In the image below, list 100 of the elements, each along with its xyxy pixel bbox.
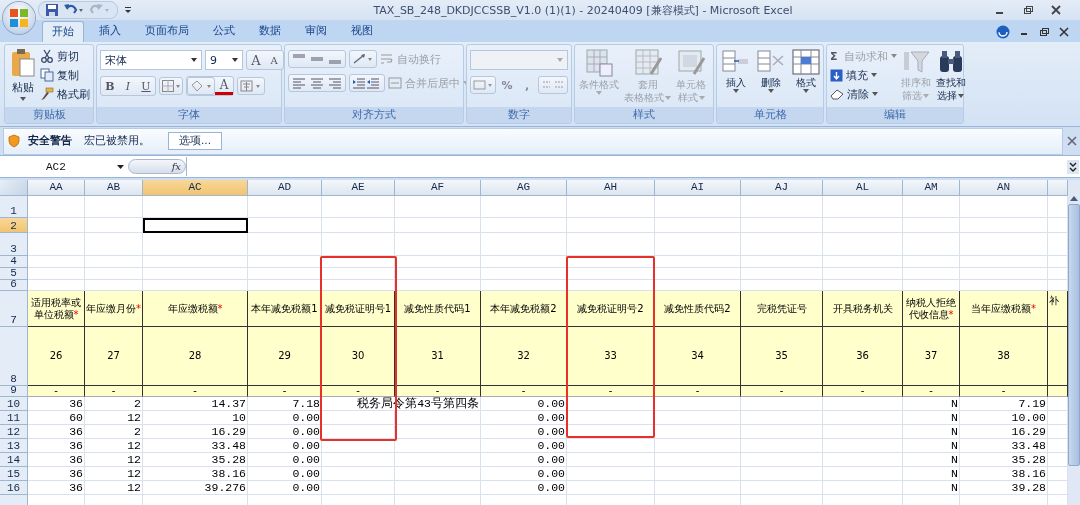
ribbon-tab[interactable]: 公式: [204, 21, 244, 41]
ribbon-tab[interactable]: 开始: [42, 21, 84, 42]
up-arrow-icon[interactable]: [1069, 194, 1079, 202]
options-button[interactable]: 选项...: [168, 132, 222, 150]
column-header[interactable]: AI: [655, 180, 741, 196]
clear-button[interactable]: 清除: [830, 86, 897, 102]
bold-button[interactable]: B: [101, 77, 119, 95]
column-header[interactable]: AC: [143, 180, 248, 196]
paint-bucket-icon: [190, 80, 212, 92]
cells-button[interactable]: 插入: [720, 48, 752, 93]
row-header[interactable]: 2: [0, 218, 28, 233]
scroll-thumb[interactable]: [1068, 204, 1080, 466]
close-icon[interactable]: [1058, 26, 1070, 38]
paste-button[interactable]: 粘贴: [8, 48, 37, 101]
name-box[interactable]: AC2: [0, 160, 128, 173]
table-cell: 38.16: [960, 467, 1048, 481]
table-cell: 0.00: [248, 453, 322, 467]
column-title: 年应缴月份*: [85, 291, 143, 327]
row-header[interactable]: 15: [0, 467, 28, 481]
ribbon-tab[interactable]: 审阅: [296, 21, 336, 41]
fill-color-button[interactable]: [187, 77, 215, 95]
column-header[interactable]: AD: [248, 180, 322, 196]
vertical-align-button[interactable]: [288, 50, 346, 68]
ribbon-tab[interactable]: 数据: [250, 21, 290, 41]
table-cell: 34: [655, 327, 741, 386]
row-header[interactable]: 1: [0, 196, 28, 218]
row-header[interactable]: 13: [0, 439, 28, 453]
grow-font-button[interactable]: A: [247, 51, 265, 69]
font-name-dropdown[interactable]: 宋体: [100, 50, 202, 70]
row-header[interactable]: 14: [0, 453, 28, 467]
row-header[interactable]: 6: [0, 280, 28, 291]
row-header[interactable]: 11: [0, 411, 28, 425]
group-label: 剪贴板: [5, 107, 93, 123]
row-header[interactable]: 7: [0, 291, 28, 327]
underline-button[interactable]: U: [137, 77, 155, 95]
row-header[interactable]: 16: [0, 481, 28, 495]
selected-cell[interactable]: [143, 218, 248, 233]
column-header[interactable]: AL: [823, 180, 903, 196]
cells-button[interactable]: 删除: [755, 48, 787, 93]
indent-button[interactable]: [349, 74, 385, 92]
close-icon[interactable]: [1067, 136, 1077, 146]
cells-button[interactable]: 格式: [790, 48, 822, 93]
table-cell: [85, 256, 143, 268]
row-header[interactable]: 10: [0, 397, 28, 411]
customize-caret-icon[interactable]: [124, 6, 132, 14]
copy-button[interactable]: 复制: [40, 67, 90, 83]
table-cell: 0.00: [481, 467, 567, 481]
shrink-font-button[interactable]: A: [265, 51, 283, 69]
phonetic-guide-button[interactable]: [237, 77, 265, 95]
row-header[interactable]: 12: [0, 425, 28, 439]
help-icon[interactable]: [996, 25, 1010, 39]
table-cell: 36: [28, 397, 85, 411]
select-all-corner[interactable]: [0, 180, 28, 196]
office-button[interactable]: [3, 2, 35, 34]
office-logo-icon: [9, 8, 29, 28]
table-cell: [28, 233, 85, 256]
row-header[interactable]: 4: [0, 256, 28, 268]
table-cell: N: [903, 467, 960, 481]
save-icon[interactable]: [45, 3, 59, 17]
table-cell: [85, 233, 143, 256]
caret-icon: [665, 95, 671, 100]
table-cell: [903, 268, 960, 280]
column-header[interactable]: AH: [567, 180, 655, 196]
format-painter-button[interactable]: 格式刷: [40, 86, 90, 102]
font-size-dropdown[interactable]: 9: [205, 50, 243, 70]
border-button[interactable]: [159, 77, 183, 95]
find-select-button[interactable]: 查找和 选择: [934, 48, 967, 102]
expand-icon[interactable]: [1067, 159, 1079, 174]
column-header[interactable]: AE: [322, 180, 395, 196]
currency-button[interactable]: [470, 76, 496, 94]
orientation-button[interactable]: [349, 50, 377, 68]
column-header[interactable]: AM: [903, 180, 960, 196]
row-header[interactable]: [0, 495, 28, 505]
caret-icon: [733, 89, 739, 93]
ribbon-tab[interactable]: 插入: [90, 21, 130, 41]
italic-button[interactable]: I: [119, 77, 137, 95]
row-header[interactable]: 3: [0, 233, 28, 256]
row-header[interactable]: 8: [0, 327, 28, 386]
close-icon[interactable]: [1050, 4, 1062, 16]
restore-icon[interactable]: [1038, 26, 1050, 38]
table-cell: -: [28, 386, 85, 397]
table-cell: -: [481, 386, 567, 397]
column-header[interactable]: AF: [395, 180, 481, 196]
table-cell: 60: [28, 411, 85, 425]
column-title: 本年减免税额2: [481, 291, 567, 327]
ribbon-tab[interactable]: 视图: [342, 21, 382, 41]
row-header[interactable]: 5: [0, 268, 28, 280]
ribbon-tab[interactable]: 页面布局: [136, 21, 198, 41]
cut-button[interactable]: 剪切: [40, 48, 90, 64]
fill-button[interactable]: 填充: [830, 67, 897, 83]
column-header[interactable]: AJ: [741, 180, 823, 196]
restore-icon[interactable]: [1022, 4, 1034, 16]
table-cell: 36: [28, 425, 85, 439]
insert-function-button[interactable]: fx: [128, 159, 186, 174]
horizontal-align-button[interactable]: [288, 74, 346, 92]
vertical-scrollbar[interactable]: [1068, 180, 1080, 505]
column-header[interactable]: AA: [28, 180, 85, 196]
column-header[interactable]: AN: [960, 180, 1048, 196]
column-header[interactable]: AG: [481, 180, 567, 196]
column-header[interactable]: AB: [85, 180, 143, 196]
